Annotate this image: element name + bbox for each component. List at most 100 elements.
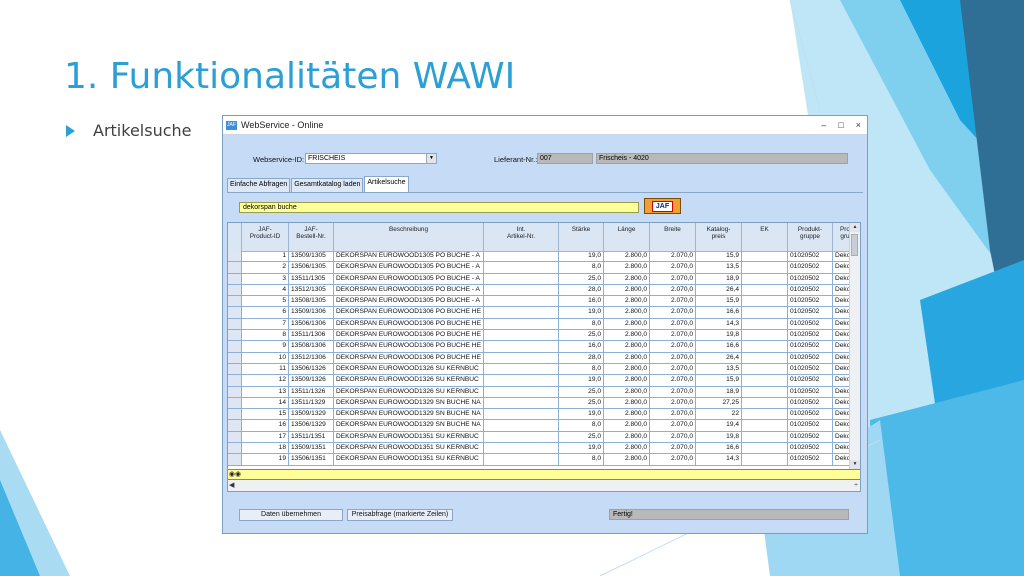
table-cell: 13508/1305	[289, 296, 334, 307]
table-cell: 19,0	[559, 251, 604, 262]
vertical-scrollbar[interactable]: ▲ ▼	[849, 223, 860, 469]
horizontal-scrollbar[interactable]: ◀ ÷	[228, 480, 860, 491]
row-selector[interactable]	[228, 397, 242, 409]
table-cell: 14,3	[696, 454, 742, 465]
row-selector[interactable]	[228, 296, 242, 307]
close-icon[interactable]: ×	[856, 120, 861, 130]
table-cell: 13506/1306	[289, 318, 334, 330]
scroll-up-icon[interactable]: ▲	[850, 223, 860, 232]
jaf-search-button[interactable]: JAF	[644, 198, 681, 214]
table-row[interactable]: 10 13512/1306 DEKORSPAN EUROWOOD1306 PO BU…	[228, 352, 858, 364]
table-cell: 16,0	[559, 341, 604, 352]
chevron-down-icon[interactable]: ▼	[426, 154, 436, 163]
column-header[interactable]: JAF- Bestell-Nr.	[289, 223, 334, 251]
table-cell: 2.070,0	[650, 296, 696, 307]
table-cell: 13508/1306	[289, 341, 334, 352]
webservice-id-select[interactable]: FRISCHEIS ▼	[305, 153, 437, 164]
table-row[interactable]: 14 13511/1329 DEKORSPAN EUROWOOD1329 SN BU…	[228, 397, 858, 410]
row-selector[interactable]	[228, 409, 242, 420]
row-selector[interactable]	[228, 284, 242, 296]
row-selector[interactable]	[228, 375, 242, 386]
column-header[interactable]: JAF- Product-ID	[242, 223, 289, 251]
lieferant-nr-field: 007	[537, 153, 593, 164]
table-row[interactable]: 15 13509/1329 DEKORSPAN EUROWOOD1329 SN BU…	[228, 409, 858, 421]
row-selector[interactable]	[228, 454, 242, 465]
row-selector[interactable]	[228, 318, 242, 330]
tab-artikelsuche[interactable]: Artikelsuche	[364, 176, 409, 193]
minimize-icon[interactable]: –	[821, 120, 826, 130]
table-row[interactable]: 13 13511/1326 DEKORSPAN EUROWOOD1326 SU KE…	[228, 386, 858, 398]
table-row[interactable]: 8 13511/1306 DEKORSPAN EUROWOOD1306 PO BUC…	[228, 330, 858, 342]
table-cell: 9	[242, 341, 289, 352]
bullet-text: Artikelsuche	[93, 121, 192, 140]
row-selector[interactable]	[228, 273, 242, 284]
table-cell: DEKORSPAN EUROWOOD1305 PO BUCHE - A	[334, 296, 484, 307]
column-header[interactable]: EK	[742, 223, 788, 251]
row-selector[interactable]	[228, 307, 242, 318]
table-row[interactable]: 4 13512/1305 DEKORSPAN EUROWOOD1305 PO BUC…	[228, 284, 858, 297]
table-cell: 1	[242, 251, 289, 262]
column-header[interactable]: Länge	[604, 223, 650, 251]
table-row[interactable]: 3 13511/1305 DEKORSPAN EUROWOOD1305 PO BUC…	[228, 273, 858, 285]
row-selector[interactable]	[228, 431, 242, 443]
table-cell: DEKORSPAN EUROWOOD1306 PO BUCHE HE	[334, 307, 484, 318]
binoculars-icon[interactable]: ◉◉	[228, 470, 242, 479]
maximize-icon[interactable]: □	[838, 120, 843, 130]
column-header[interactable]	[228, 223, 242, 251]
table-row[interactable]: 7 13506/1306 DEKORSPAN EUROWOOD1306 PO BUC…	[228, 318, 858, 331]
table-row[interactable]: 1 13509/1305 DEKORSPAN EUROWOOD1305 PO BUC…	[228, 251, 858, 263]
table-cell: 25,0	[559, 386, 604, 397]
table-cell	[484, 363, 559, 375]
table-row[interactable]: 12 13509/1326 DEKORSPAN EUROWOOD1326 SU KE…	[228, 375, 858, 387]
column-header[interactable]: Stärke	[559, 223, 604, 251]
row-selector[interactable]	[228, 341, 242, 352]
price-request-button[interactable]: Preisabfrage (markierte Zeilen)	[347, 509, 453, 521]
scroll-thumb[interactable]	[851, 234, 858, 256]
row-selector[interactable]	[228, 386, 242, 397]
column-header[interactable]: Breite	[650, 223, 696, 251]
table-cell	[484, 397, 559, 409]
table-row[interactable]: 19 13506/1351 DEKORSPAN EUROWOOD1351 SU KE…	[228, 454, 858, 466]
table-row[interactable]: 17 13511/1351 DEKORSPAN EUROWOOD1351 SU KE…	[228, 431, 858, 444]
table-cell: 26,4	[696, 284, 742, 296]
take-data-button[interactable]: Daten übernehmen	[239, 509, 343, 521]
column-header[interactable]: Produkt- gruppe	[788, 223, 833, 251]
table-row[interactable]: 16 13506/1329 DEKORSPAN EUROWOOD1329 SN BU…	[228, 420, 858, 432]
table-row[interactable]: 6 13509/1306 DEKORSPAN EUROWOOD1306 PO BUC…	[228, 307, 858, 319]
table-cell: 18,9	[696, 273, 742, 284]
column-header[interactable]: Beschreibung	[334, 223, 484, 251]
row-selector[interactable]	[228, 330, 242, 341]
window-titlebar[interactable]: JAF WebService - Online – □ ×	[223, 116, 867, 135]
app-icon: JAF	[226, 120, 237, 130]
tab-gesamtkatalog-laden[interactable]: Gesamtkatalog laden	[291, 178, 364, 193]
row-selector[interactable]	[228, 420, 242, 431]
tab-einfache-abfragen[interactable]: Einfache Abfragen	[227, 178, 291, 193]
row-selector[interactable]	[228, 443, 242, 454]
table-cell: 5	[242, 296, 289, 307]
column-header[interactable]: Katalog- preis	[696, 223, 742, 251]
scroll-left-icon[interactable]: ◀	[229, 480, 234, 491]
webservice-id-value: FRISCHEIS	[308, 155, 346, 162]
table-row[interactable]: 18 13509/1351 DEKORSPAN EUROWOOD1351 SU KE…	[228, 443, 858, 455]
table-row[interactable]: 11 13506/1326 DEKORSPAN EUROWOOD1326 SU KE…	[228, 363, 858, 376]
scroll-right-icon[interactable]: ÷	[854, 480, 858, 491]
row-selector[interactable]	[228, 251, 242, 262]
table-row[interactable]: 9 13508/1306 DEKORSPAN EUROWOOD1306 PO BUC…	[228, 341, 858, 353]
table-cell: 2.800,0	[604, 273, 650, 284]
table-cell: 27,25	[696, 397, 742, 409]
row-selector[interactable]	[228, 352, 242, 363]
search-input[interactable]: dekorspan buche	[239, 202, 639, 213]
row-selector[interactable]	[228, 363, 242, 375]
table-cell: 14	[242, 397, 289, 409]
tab-panel-divider	[227, 192, 863, 193]
table-cell: 2.800,0	[604, 454, 650, 465]
table-cell: 2.070,0	[650, 454, 696, 465]
table-cell: 2.800,0	[604, 443, 650, 454]
scroll-down-icon[interactable]: ▼	[850, 460, 860, 469]
row-selector[interactable]	[228, 262, 242, 273]
table-cell: 28,0	[559, 284, 604, 296]
table-row[interactable]: 2 13506/1305 DEKORSPAN EUROWOOD1305 PO BUC…	[228, 262, 858, 274]
table-row[interactable]: 5 13508/1305 DEKORSPAN EUROWOOD1305 PO BUC…	[228, 296, 858, 308]
column-header[interactable]: Int. Artikel-Nr.	[484, 223, 559, 251]
filter-row[interactable]: ◉◉	[228, 469, 860, 480]
